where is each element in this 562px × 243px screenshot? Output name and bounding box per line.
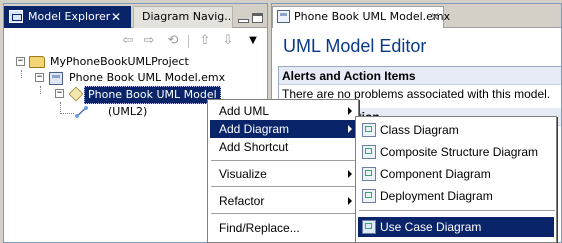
forward-arrow-icon[interactable]: ⇨ bbox=[140, 33, 158, 49]
submenu-arrow-icon bbox=[348, 170, 352, 178]
sync-icon[interactable]: ⟲ bbox=[164, 33, 182, 49]
submenu-arrow-icon bbox=[348, 107, 352, 115]
submenu-item-label: Component Diagram bbox=[380, 167, 491, 181]
menu-item-label: Visualize bbox=[219, 167, 267, 181]
folder-icon bbox=[29, 56, 45, 68]
class-diagram-icon bbox=[362, 123, 376, 137]
diagram-icon bbox=[75, 106, 88, 118]
submenu-arrow-icon bbox=[348, 197, 352, 205]
close-icon[interactable]: ✕ bbox=[111, 7, 121, 27]
menu-item-add-diagram[interactable]: Add Diagram bbox=[210, 120, 356, 138]
menu-item-visualize[interactable]: Visualize bbox=[210, 165, 356, 183]
editor-title: UML Model Editor bbox=[283, 36, 427, 56]
tree-item-model-file[interactable]: − Phone Book UML Model.emx bbox=[4, 70, 264, 86]
tab-diagram-navigator-label: Diagram Navig... bbox=[142, 10, 233, 23]
submenu-item-label: Composite Structure Diagram bbox=[380, 145, 539, 159]
tree-item-label: Phone Book UML Model.emx bbox=[69, 71, 226, 84]
model-file-icon bbox=[277, 10, 290, 23]
model-file-icon bbox=[49, 72, 63, 85]
menu-item-refactor[interactable]: Refactor bbox=[210, 192, 356, 210]
tab-editor[interactable]: Phone Book UML Model.emx ✕ bbox=[272, 6, 450, 28]
tree-item-project[interactable]: − MyPhoneBookUMLProject bbox=[4, 54, 264, 70]
explorer-toolbar: ⇦ ⇨ ⟲ ⇧ ⇩ ▼ bbox=[4, 30, 267, 52]
menu-item-find-replace[interactable]: Find/Replace... bbox=[210, 219, 356, 237]
left-tab-bar: Model Explorer ✕ Diagram Navig... bbox=[4, 4, 267, 28]
tab-model-explorer[interactable]: Model Explorer ✕ bbox=[4, 6, 131, 28]
close-icon[interactable]: ✕ bbox=[430, 7, 440, 27]
view-menu-icon[interactable]: ▼ bbox=[244, 33, 262, 49]
add-diagram-submenu: Class Diagram Composite Structure Diagra… bbox=[355, 116, 557, 243]
back-arrow-icon[interactable]: ⇦ bbox=[119, 33, 137, 49]
submenu-item-deployment-diagram[interactable]: Deployment Diagram bbox=[358, 186, 554, 206]
submenu-item-composite-structure-diagram[interactable]: Composite Structure Diagram bbox=[358, 142, 554, 162]
context-menu: Add UML Add Diagram Add Shortcut Visuali… bbox=[207, 99, 359, 243]
minimize-icon[interactable] bbox=[238, 19, 249, 23]
composite-structure-diagram-icon bbox=[362, 145, 376, 159]
submenu-item-use-case-diagram[interactable]: Use Case Diagram bbox=[358, 217, 554, 237]
menu-item-label: Add UML bbox=[219, 104, 270, 118]
menu-item-add-uml[interactable]: Add UML bbox=[210, 102, 356, 120]
menu-separator bbox=[211, 186, 355, 188]
tree-item-label: MyPhoneBookUMLProject bbox=[50, 55, 189, 68]
tab-model-explorer-label: Model Explorer bbox=[28, 10, 111, 23]
menu-item-add-shortcut[interactable]: Add Shortcut bbox=[210, 138, 356, 156]
toolbar-separator bbox=[188, 35, 189, 48]
editor-tab-bar: Phone Book UML Model.emx ✕ bbox=[272, 4, 561, 28]
deployment-diagram-icon bbox=[362, 189, 376, 203]
submenu-item-label: Deployment Diagram bbox=[380, 189, 493, 203]
maximize-icon[interactable] bbox=[252, 13, 263, 23]
menu-separator bbox=[211, 213, 355, 215]
menu-item-label: Add Shortcut bbox=[219, 140, 289, 154]
submenu-item-label: Use Case Diagram bbox=[380, 220, 482, 234]
down-arrow-icon[interactable]: ⇩ bbox=[219, 33, 237, 49]
model-explorer-icon bbox=[9, 10, 23, 23]
menu-separator bbox=[359, 210, 555, 212]
tree-item-label: (UML2) bbox=[108, 105, 148, 118]
menu-item-label: Add Diagram bbox=[219, 122, 290, 136]
submenu-arrow-icon bbox=[348, 125, 352, 133]
alerts-section-header[interactable]: Alerts and Action Items bbox=[279, 67, 561, 85]
submenu-item-component-diagram[interactable]: Component Diagram bbox=[358, 164, 554, 184]
component-diagram-icon bbox=[362, 167, 376, 181]
collapse-icon[interactable]: − bbox=[55, 89, 64, 98]
view-window-controls bbox=[236, 8, 266, 26]
up-arrow-icon[interactable]: ⇧ bbox=[196, 33, 214, 49]
menu-item-label: Find/Replace... bbox=[219, 221, 300, 235]
menu-item-label: Refactor bbox=[219, 194, 265, 208]
tree-item-label: Phone Book UML Model bbox=[84, 86, 221, 104]
menu-separator bbox=[211, 160, 355, 162]
collapse-icon[interactable]: − bbox=[35, 73, 44, 82]
use-case-diagram-icon bbox=[362, 220, 376, 234]
collapse-icon[interactable]: − bbox=[16, 57, 25, 66]
tab-diagram-navigator[interactable]: Diagram Navig... bbox=[133, 6, 233, 28]
submenu-item-label: Class Diagram bbox=[380, 123, 459, 137]
package-icon bbox=[68, 86, 84, 102]
tab-editor-label: Phone Book UML Model.emx bbox=[294, 10, 451, 23]
submenu-item-class-diagram[interactable]: Class Diagram bbox=[358, 120, 554, 140]
